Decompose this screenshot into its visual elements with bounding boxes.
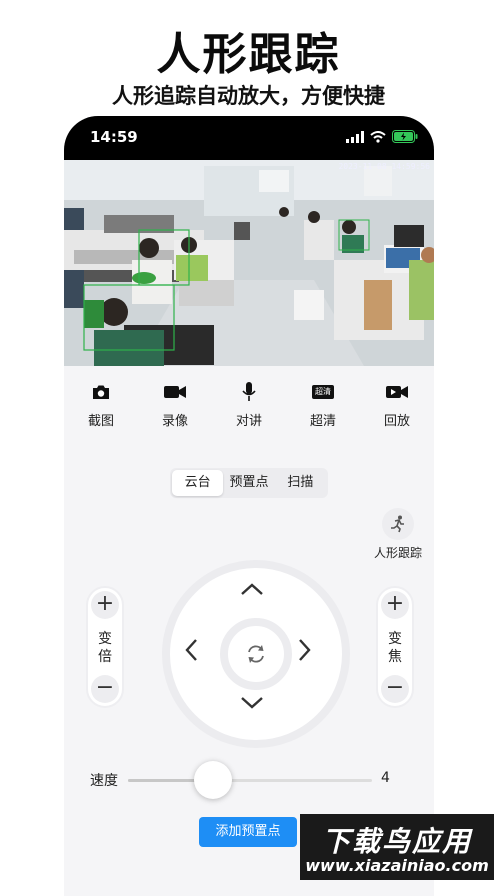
- video-timestamp: 2023-11-08 14:59:56: [338, 162, 430, 171]
- record-label: 录像: [161, 414, 188, 429]
- cellular-signal-icon: [346, 130, 364, 143]
- speed-slider-thumb[interactable]: [194, 761, 233, 799]
- speed-label: 速度: [90, 773, 118, 789]
- playback-label: 回放: [383, 414, 410, 429]
- playback-icon: [386, 386, 408, 398]
- zoom-label: 变 倍: [88, 630, 122, 666]
- human-tracking-label: 人形跟踪: [373, 546, 422, 560]
- focus-in-button[interactable]: +: [381, 591, 409, 619]
- promo-subtitle: 人形追踪自动放大，方便快捷: [112, 84, 385, 108]
- status-icons: [346, 130, 418, 143]
- pan-left-button[interactable]: [184, 638, 198, 662]
- zoom-in-button[interactable]: +: [91, 591, 119, 619]
- status-time: 14:59: [90, 128, 138, 146]
- microphone-icon: [242, 382, 256, 401]
- playback-button[interactable]: 回放: [367, 372, 427, 436]
- pan-right-button[interactable]: [298, 638, 312, 662]
- minus-icon: −: [385, 675, 405, 700]
- camera-toolbar: 截图 录像 对讲 超清 超清 回放: [64, 372, 434, 436]
- talk-label: 对讲: [235, 414, 262, 429]
- speed-slider[interactable]: [128, 761, 372, 799]
- watermark-url: www.xiazainiao.com: [305, 856, 489, 875]
- hd-quality-button[interactable]: 超清 超清: [293, 372, 353, 436]
- tab-ptz[interactable]: 云台: [172, 470, 224, 496]
- screenshot-label: 截图: [87, 414, 114, 429]
- ptz-direction-pad: [162, 560, 350, 748]
- reset-position-button[interactable]: [220, 618, 292, 690]
- refresh-icon: [248, 645, 264, 663]
- zoom-label-top: 变: [98, 631, 112, 647]
- focus-label-top: 变: [388, 631, 402, 647]
- site-watermark: 下载鸟应用 www.xiazainiao.com: [300, 814, 494, 880]
- add-preset-button[interactable]: 添加预置点: [199, 817, 297, 847]
- camera-icon: [93, 385, 109, 399]
- video-camera-icon: [164, 386, 186, 398]
- tab-scan[interactable]: 扫描: [275, 470, 326, 496]
- status-bar: 14:59: [64, 116, 434, 160]
- zoom-label-bottom: 倍: [98, 649, 112, 665]
- focus-label-bottom: 焦: [388, 649, 402, 665]
- talk-button[interactable]: 对讲: [219, 372, 279, 436]
- running-person-icon: [391, 515, 404, 533]
- zoom-control: + 变 倍 −: [86, 586, 124, 708]
- phone-screen: 14:59 2023-11-08 14:59:56 截图 录像 对讲 超清 超清…: [64, 116, 434, 896]
- human-tracking-button[interactable]: 人形跟踪: [370, 508, 426, 561]
- pan-down-button[interactable]: [240, 696, 264, 710]
- focus-control: + 变 焦 −: [376, 586, 414, 708]
- record-button[interactable]: 录像: [145, 372, 205, 436]
- hd-badge-icon: 超清: [312, 385, 334, 399]
- plus-icon: +: [385, 591, 405, 616]
- zoom-out-button[interactable]: −: [91, 675, 119, 703]
- tab-presets[interactable]: 预置点: [223, 470, 274, 496]
- minus-icon: −: [95, 675, 115, 700]
- focus-label: 变 焦: [378, 630, 412, 666]
- speed-value: 4: [381, 770, 390, 786]
- plus-icon: +: [95, 591, 115, 616]
- control-mode-tabs: 云台 预置点 扫描: [170, 468, 328, 498]
- promo-title: 人形跟踪: [156, 29, 341, 80]
- wifi-icon: [370, 130, 386, 143]
- battery-icon: [392, 130, 418, 143]
- focus-out-button[interactable]: −: [381, 675, 409, 703]
- pan-up-button[interactable]: [240, 582, 264, 596]
- screenshot-button[interactable]: 截图: [71, 372, 131, 436]
- office-scene-image: [64, 160, 434, 366]
- hd-quality-label: 超清: [309, 414, 336, 429]
- live-camera-view[interactable]: 2023-11-08 14:59:56: [64, 160, 434, 366]
- watermark-title: 下载鸟应用: [321, 825, 472, 858]
